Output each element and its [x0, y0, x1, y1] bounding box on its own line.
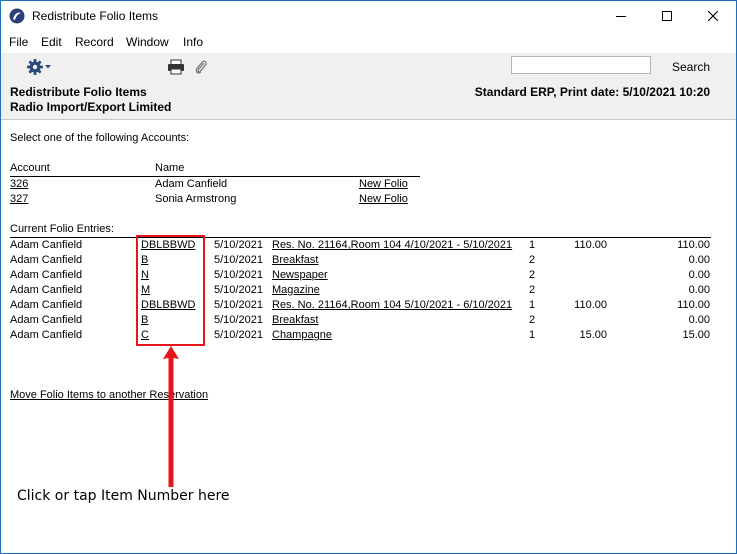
entry-description-link[interactable]: Newspaper: [272, 269, 328, 281]
entry-date: 5/10/2021: [214, 239, 263, 251]
report-header: Redistribute Folio Items Radio Import/Ex…: [1, 81, 736, 120]
entry-name: Adam Canfield: [10, 239, 83, 251]
entry-quantity: 2: [529, 269, 536, 281]
attachment-icon[interactable]: [194, 58, 208, 79]
entry-name: Adam Canfield: [10, 284, 83, 296]
entry-quantity: 2: [529, 284, 536, 296]
entry-date: 5/10/2021: [214, 254, 263, 266]
column-header-account: Account: [10, 162, 50, 174]
menu-bar: File Edit Record Window Info: [1, 32, 736, 52]
title-bar: Redistribute Folio Items: [1, 1, 736, 31]
entry-description-link[interactable]: Breakfast: [272, 254, 318, 266]
annotation-highlight-box: [136, 235, 205, 346]
entry-name: Adam Canfield: [10, 329, 83, 341]
menu-info[interactable]: Info: [183, 35, 203, 49]
entry-quantity: 1: [529, 299, 536, 311]
accounts-prompt: Select one of the following Accounts:: [10, 132, 190, 144]
entry-amount: 0.00: [688, 284, 710, 296]
entry-date: 5/10/2021: [214, 284, 263, 296]
entry-quantity: 1: [529, 239, 536, 251]
entries-header-rule: [10, 237, 711, 238]
entry-price: 15.00: [579, 329, 607, 341]
entry-description-link[interactable]: Magazine: [272, 284, 320, 296]
menu-record[interactable]: Record: [75, 35, 114, 49]
annotation-label: Click or tap Item Number here: [17, 488, 230, 504]
entry-date: 5/10/2021: [214, 314, 263, 326]
entry-quantity: 2: [529, 314, 536, 326]
account-name: Adam Canfield: [155, 178, 228, 190]
entry-amount: 0.00: [688, 254, 710, 266]
entry-quantity: 1: [529, 329, 536, 341]
account-number-link[interactable]: 327: [10, 193, 28, 205]
report-title: Redistribute Folio Items: [10, 85, 147, 99]
entry-amount: 0.00: [688, 314, 710, 326]
minimize-icon: [616, 16, 626, 17]
entry-name: Adam Canfield: [10, 269, 83, 281]
company-name: Radio Import/Export Limited: [10, 100, 172, 114]
annotation-arrow: [163, 346, 179, 487]
entry-amount: 15.00: [682, 329, 710, 341]
entry-price: 110.00: [574, 299, 607, 311]
window-title: Redistribute Folio Items: [32, 9, 159, 23]
account-number-link[interactable]: 326: [10, 178, 28, 190]
entry-amount: 0.00: [688, 269, 710, 281]
entry-amount: 110.00: [677, 299, 710, 311]
minimize-button[interactable]: [598, 1, 644, 31]
operations-gear-icon[interactable]: [26, 58, 52, 79]
toolbar: Search: [1, 53, 736, 81]
search-input[interactable]: [511, 56, 651, 74]
close-icon: [708, 11, 718, 21]
entry-name: Adam Canfield: [10, 254, 83, 266]
entry-description-link[interactable]: Breakfast: [272, 314, 318, 326]
folio-entries-heading: Current Folio Entries:: [10, 223, 114, 235]
print-info: Standard ERP, Print date: 5/10/2021 10:2…: [474, 85, 710, 99]
maximize-icon: [662, 11, 672, 21]
new-folio-link[interactable]: New Folio: [359, 178, 408, 190]
entry-price: 110.00: [574, 239, 607, 251]
search-button[interactable]: Search: [672, 60, 710, 74]
new-folio-link[interactable]: New Folio: [359, 193, 408, 205]
entry-amount: 110.00: [677, 239, 710, 251]
app-logo-icon: [9, 8, 25, 24]
entry-name: Adam Canfield: [10, 314, 83, 326]
column-header-name: Name: [155, 162, 185, 174]
entry-date: 5/10/2021: [214, 329, 263, 341]
menu-window[interactable]: Window: [126, 35, 169, 49]
menu-edit[interactable]: Edit: [41, 35, 62, 49]
report-window: Redistribute Folio Items File Edit Recor…: [0, 0, 737, 554]
maximize-button[interactable]: [644, 1, 690, 31]
close-button[interactable]: [690, 1, 736, 31]
entry-description-link[interactable]: Res. No. 21164,Room 104 5/10/2021 - 6/10…: [272, 299, 512, 311]
accounts-header-rule: [10, 176, 420, 177]
print-icon[interactable]: [167, 59, 185, 78]
entry-date: 5/10/2021: [214, 299, 263, 311]
menu-file[interactable]: File: [9, 35, 28, 49]
entry-date: 5/10/2021: [214, 269, 263, 281]
entry-description-link[interactable]: Res. No. 21164,Room 104 4/10/2021 - 5/10…: [272, 239, 512, 251]
entry-name: Adam Canfield: [10, 299, 83, 311]
account-name: Sonia Armstrong: [155, 193, 237, 205]
entry-description-link[interactable]: Champagne: [272, 329, 332, 341]
entry-quantity: 2: [529, 254, 536, 266]
